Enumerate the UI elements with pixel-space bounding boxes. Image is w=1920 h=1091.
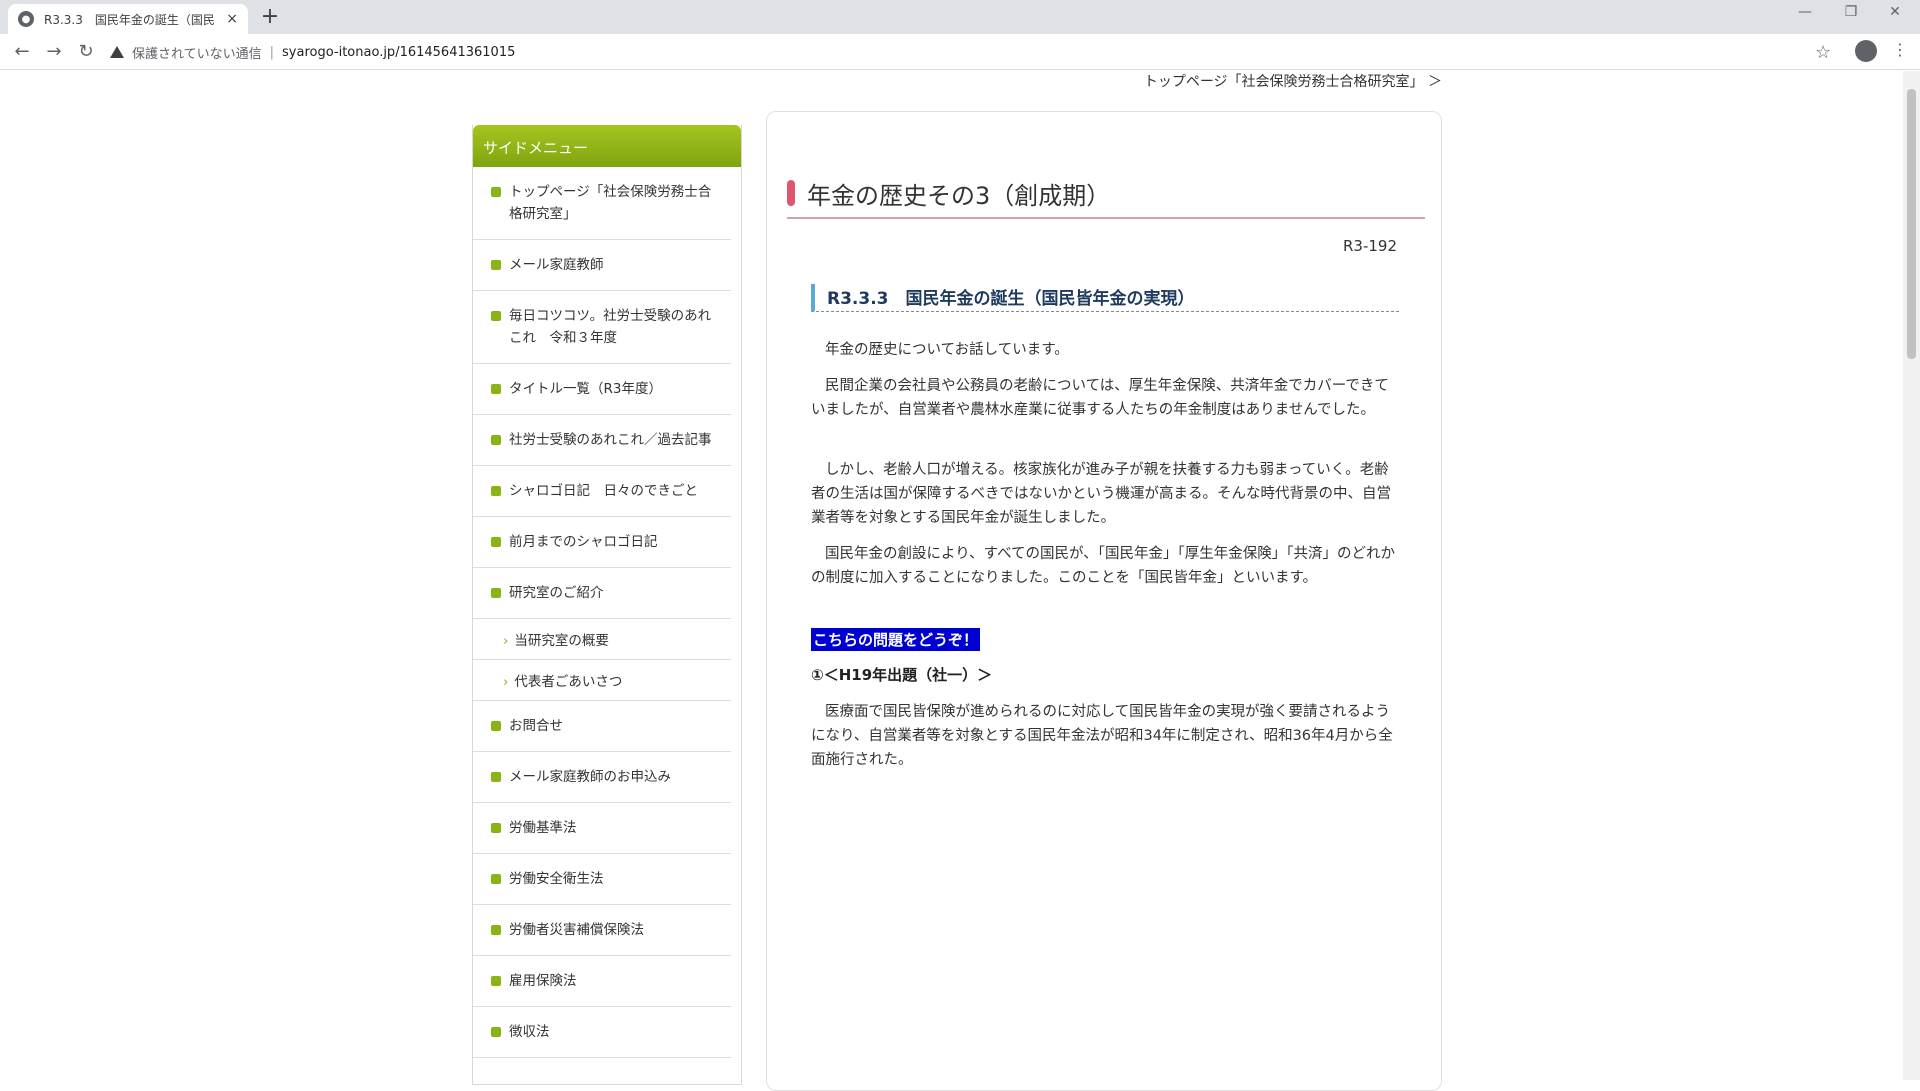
menu-icon[interactable]: ⋮ <box>1892 40 1908 59</box>
question-text: 医療面で国民皆保険が進められるのに対応して国民皆年金の実現が強く要請されるように… <box>811 704 1393 768</box>
tab-title: R3.3.3 国民年金の誕生（国民皆 <box>44 12 214 27</box>
profile-icon[interactable] <box>1855 40 1877 62</box>
separator: | <box>269 44 275 60</box>
sidebar-item-label: トップページ「社会保険労務士合格研究室」 <box>509 184 712 222</box>
close-tab-icon[interactable]: × <box>226 11 238 27</box>
sidebar-item-label: 毎日コツコツ。社労士受験のあれこれ 令和３年度 <box>509 308 712 346</box>
sidebar-item-label: メール家庭教師 <box>509 257 604 273</box>
sidebar-item-label: 徴収法 <box>509 1024 550 1040</box>
article-code: R3-192 <box>1342 237 1397 255</box>
bullet-icon <box>491 187 501 197</box>
sidebar-subitem[interactable]: 代表者ごあいさつ <box>473 660 731 701</box>
bullet-icon <box>491 772 501 782</box>
section-title: R3.3.3 国民年金の誕生（国民皆年金の実現） <box>811 284 1399 312</box>
side-menu: サイドメニュー トップページ「社会保険労務士合格研究室」メール家庭教師毎日コツコ… <box>472 125 742 1085</box>
bullet-icon <box>491 823 501 833</box>
sidebar-item-label: メール家庭教師のお申込み <box>509 769 671 785</box>
sidebar-item[interactable]: タイトル一覧（R3年度） <box>473 364 731 415</box>
minimize-icon[interactable]: — <box>1782 4 1828 20</box>
sidebar-item[interactable]: 徴収法 <box>473 1007 731 1058</box>
forward-icon[interactable]: → <box>42 40 66 64</box>
bullet-icon <box>491 537 501 547</box>
sidebar-item[interactable]: メール家庭教師のお申込み <box>473 752 731 803</box>
new-tab-button[interactable]: + <box>258 6 282 30</box>
sidebar-item[interactable]: お問合せ <box>473 701 731 752</box>
sidebar-item-label: 社労士受験のあれこれ／過去記事 <box>509 432 712 448</box>
sidebar-item[interactable]: 前月までのシャロゴ日記 <box>473 517 731 568</box>
browser-tab[interactable]: ● R3.3.3 国民年金の誕生（国民皆 × <box>8 4 248 34</box>
warning-icon <box>110 46 124 58</box>
paragraph: 年金の歴史についてお話しています。 <box>825 342 1069 358</box>
paragraph: 民間企業の会社員や公務員の老齢については、厚生年金保険、共済年金でカバーできてい… <box>811 378 1389 418</box>
paragraph: しかし、老齢人口が増える。核家族化が進み子が親を扶養する力も弱まっていく。老齢者… <box>811 462 1391 526</box>
browser-toolbar: ← → ↻ 保護されていない通信 | syarogo-itonao.jp/161… <box>0 34 1920 70</box>
url-text: syarogo-itonao.jp/16145641361015 <box>282 44 516 60</box>
bullet-icon <box>491 874 501 884</box>
bullet-icon <box>491 384 501 394</box>
reload-icon[interactable]: ↻ <box>74 40 98 64</box>
bullet-icon <box>491 311 501 321</box>
sidebar-item-label: 労働安全衛生法 <box>509 871 604 887</box>
sidebar-item[interactable]: 労働基準法 <box>473 803 731 854</box>
bullet-icon <box>491 588 501 598</box>
tab-bar: ● R3.3.3 国民年金の誕生（国民皆 × + — ❐ ✕ <box>0 0 1920 34</box>
sidebar-item[interactable]: メール家庭教師 <box>473 240 731 291</box>
bullet-icon <box>491 925 501 935</box>
bullet-icon <box>491 435 501 445</box>
sidebar-item[interactable]: 研究室のご紹介 <box>473 568 731 619</box>
sidebar-item[interactable]: 社労士受験のあれこれ／過去記事 <box>473 415 731 466</box>
close-window-icon[interactable]: ✕ <box>1872 4 1918 20</box>
web-page: トップページ「社会保険労務士合格研究室」 ＞ サイドメニュー トップページ「社会… <box>0 71 1920 1091</box>
security-label: 保護されていない通信 <box>132 46 262 62</box>
sidebar-item-label: シャロゴ日記 日々のできごと <box>509 483 698 499</box>
question-highlight: こちらの問題をどうぞ！ <box>811 628 981 651</box>
sidebar-item[interactable]: 労働者災害補償保険法 <box>473 905 731 956</box>
sidebar-item[interactable]: トップページ「社会保険労務士合格研究室」 <box>473 167 731 240</box>
sidebar-item-label: 労働基準法 <box>509 820 577 836</box>
bullet-icon <box>491 1027 501 1037</box>
scroll-thumb[interactable] <box>1907 89 1916 359</box>
globe-icon: ● <box>18 11 34 27</box>
sidebar-item-label: 労働者災害補償保険法 <box>509 922 644 938</box>
sidebar-item-label: お問合せ <box>509 718 563 734</box>
question-title: ①＜H19年出題（社一）＞ <box>811 666 993 684</box>
side-menu-header: サイドメニュー <box>473 125 741 167</box>
bookmark-star-icon[interactable]: ☆ <box>1815 42 1831 63</box>
address-bar[interactable]: 保護されていない通信 | syarogo-itonao.jp/161456413… <box>110 38 1810 66</box>
sidebar-item[interactable]: シャロゴ日記 日々のできごと <box>473 466 731 517</box>
bullet-icon <box>491 260 501 270</box>
sidebar-item[interactable]: 雇用保険法 <box>473 956 731 1007</box>
breadcrumb[interactable]: トップページ「社会保険労務士合格研究室」 ＞ <box>1144 71 1442 91</box>
sidebar-item-label: 前月までのシャロゴ日記 <box>509 534 658 550</box>
sidebar-item-label: 雇用保険法 <box>509 973 577 989</box>
sidebar-item-label: タイトル一覧（R3年度） <box>509 381 662 397</box>
maximize-icon[interactable]: ❐ <box>1828 4 1874 20</box>
sidebar-subitem[interactable]: 当研究室の概要 <box>473 619 731 660</box>
bullet-icon <box>491 976 501 986</box>
sidebar-item[interactable]: 労働安全衛生法 <box>473 854 731 905</box>
sidebar-item[interactable]: 毎日コツコツ。社労士受験のあれこれ 令和３年度 <box>473 291 731 364</box>
bullet-icon <box>491 486 501 496</box>
paragraph: 国民年金の創設により、すべての国民が、「国民年金」「厚生年金保険」「共済」のどれ… <box>811 546 1395 586</box>
back-icon[interactable]: ← <box>10 40 34 64</box>
scrollbar[interactable] <box>1903 71 1920 1080</box>
sidebar-item-label: 研究室のご紹介 <box>509 585 604 601</box>
article-title: 年金の歴史その3（創成期） <box>787 176 1425 219</box>
bullet-icon <box>491 721 501 731</box>
article-panel: 年金の歴史その3（創成期） R3-192 R3.3.3 国民年金の誕生（国民皆年… <box>766 111 1442 1091</box>
